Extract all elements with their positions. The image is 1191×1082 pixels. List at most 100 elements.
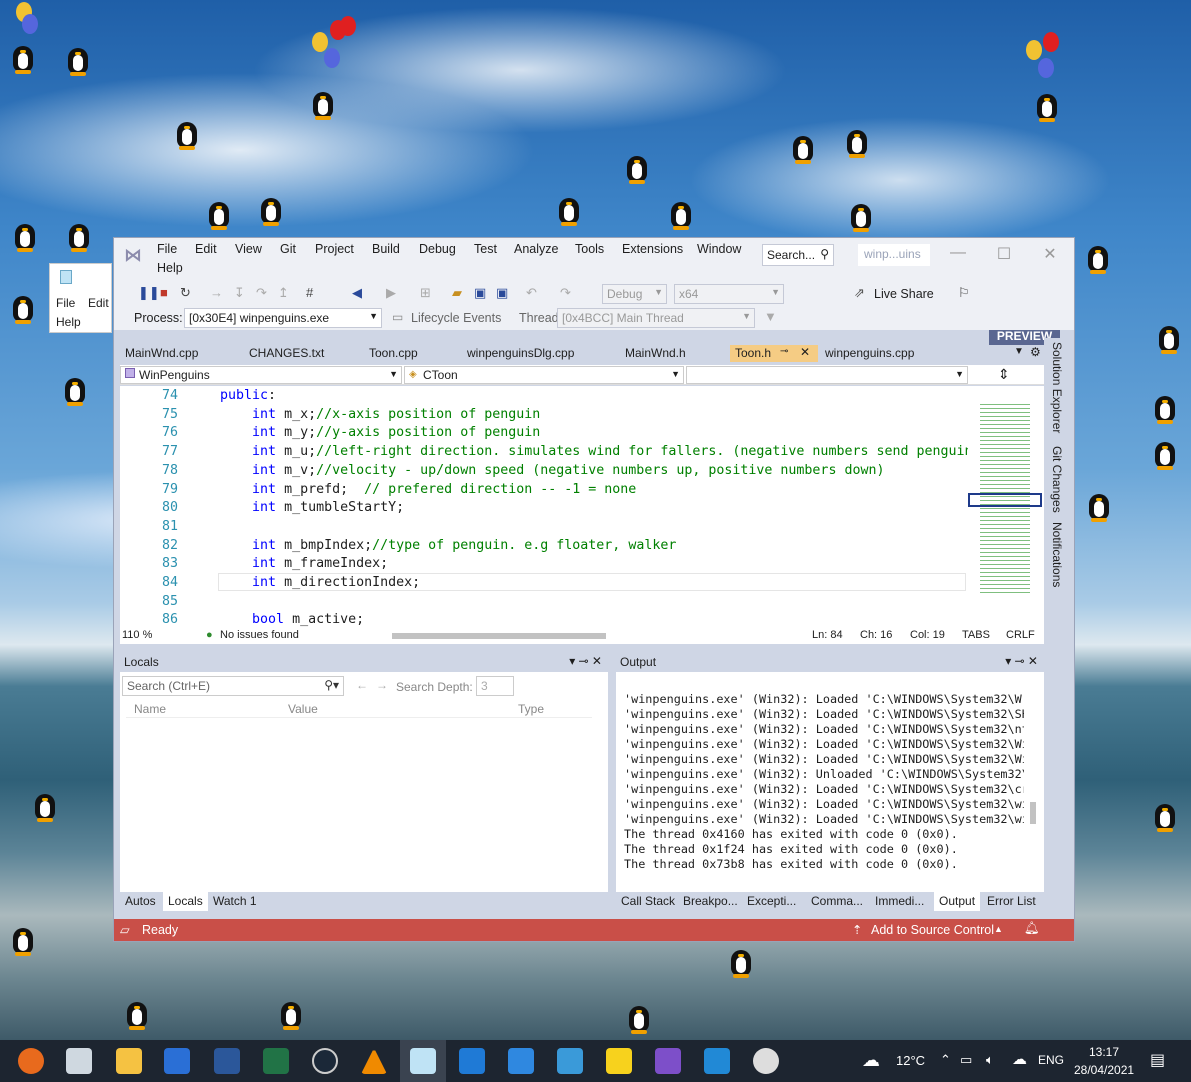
menu-build[interactable]: Build	[372, 242, 400, 256]
close-tab-icon[interactable]: ✕	[800, 345, 810, 359]
panel-window-controls-icon[interactable]: ▾ ⊸ ✕	[1005, 654, 1038, 668]
pause-icon[interactable]: ❚❚	[138, 285, 160, 301]
photos-icon[interactable]	[557, 1048, 583, 1074]
notepad-menu-help[interactable]: Help	[56, 315, 81, 329]
tab-winpenguins-cpp[interactable]: winpenguins.cpp	[820, 345, 954, 362]
network-icon[interactable]: ▭	[960, 1052, 972, 1068]
col-type[interactable]: Type	[518, 702, 544, 716]
menu-extensions[interactable]: Extensions	[622, 242, 683, 256]
class-dropdown[interactable]: ◈ CToon ▼	[404, 366, 684, 384]
language-indicator[interactable]: ENG	[1038, 1053, 1064, 1067]
vscode-icon[interactable]	[704, 1048, 730, 1074]
hex-display-icon[interactable]: #	[306, 285, 313, 300]
code-editor[interactable]: 74 public: 75 int m_x;//x-axis position of…	[120, 386, 968, 628]
zoom-level[interactable]: 110 %	[122, 629, 152, 641]
split-editor-icon[interactable]: ⇕	[998, 366, 1010, 383]
save-all-icon[interactable]: ▣	[496, 285, 508, 301]
project-dropdown[interactable]: WinPenguins ▼	[120, 366, 402, 384]
stop-icon[interactable]: ■	[160, 285, 168, 300]
add-to-source-control-button[interactable]: Add to Source Control	[871, 923, 994, 937]
tab-toon-cpp[interactable]: Toon.cpp	[364, 345, 460, 362]
tab-exceptions[interactable]: Excepti...	[742, 892, 801, 911]
vlc-icon[interactable]	[361, 1048, 387, 1074]
tab-overflow-icon[interactable]: ▼	[1014, 346, 1024, 357]
bell-icon[interactable]: 🔔︎	[1024, 921, 1040, 936]
navigate-forward-icon[interactable]: ▶	[386, 285, 396, 301]
search-depth-dropdown[interactable]: 3	[476, 676, 514, 696]
minimize-icon[interactable]: —	[938, 244, 978, 262]
menu-debug[interactable]: Debug	[419, 242, 456, 256]
visual-studio-icon[interactable]	[655, 1048, 681, 1074]
clock-date[interactable]: 28/04/2021	[1074, 1063, 1134, 1077]
menu-edit[interactable]: Edit	[195, 242, 217, 256]
issues-status[interactable]: No issues found	[220, 629, 299, 641]
menu-file[interactable]: File	[157, 242, 177, 256]
notepad-window[interactable]: File Edit Help	[49, 263, 112, 333]
notepad-menu-file[interactable]: File	[56, 296, 75, 310]
menu-analyze[interactable]: Analyze	[514, 242, 558, 256]
volume-icon[interactable]: 🔈︎	[986, 1052, 994, 1068]
tab-notifications[interactable]: Notifications	[1050, 522, 1064, 587]
locals-search-input[interactable]: Search (Ctrl+E) ⚲▾	[122, 676, 344, 696]
search-box[interactable]: Search... ⚲	[762, 244, 834, 266]
filter-icon[interactable]: ▼	[764, 309, 777, 324]
output-scrollbar[interactable]	[1030, 802, 1036, 824]
save-icon[interactable]: ▣	[474, 285, 486, 301]
tab-autos[interactable]: Autos	[120, 892, 161, 911]
config-dropdown[interactable]: Debug ▼	[602, 284, 667, 304]
tab-mainwnd-h[interactable]: MainWnd.h	[620, 345, 728, 362]
notepad-menu-edit[interactable]: Edit	[88, 296, 109, 310]
panel-window-controls-icon[interactable]: ▾ ⊸ ✕	[569, 654, 602, 668]
tabs-setting[interactable]: TABS	[962, 629, 990, 641]
minimap[interactable]	[968, 386, 1044, 628]
calendar-icon[interactable]	[508, 1048, 534, 1074]
file-explorer-photos-icon[interactable]	[66, 1048, 92, 1074]
undo-icon[interactable]: ↶	[526, 285, 537, 301]
col-value[interactable]: Value	[288, 702, 318, 716]
menu-view[interactable]: View	[235, 242, 262, 256]
lifecycle-events-button[interactable]: Lifecycle Events	[411, 311, 501, 325]
redo-icon[interactable]: ↷	[560, 285, 571, 301]
sticky-notes-icon[interactable]	[606, 1048, 632, 1074]
app-window-icon[interactable]	[164, 1048, 190, 1074]
tab-winpenguinsdlg-cpp[interactable]: winpenguinsDlg.cpp	[462, 345, 618, 362]
steam-icon[interactable]	[312, 1048, 338, 1074]
tab-mainwnd-cpp[interactable]: MainWnd.cpp	[120, 345, 240, 362]
menu-help[interactable]: Help	[157, 261, 183, 275]
navigate-back-icon[interactable]: ◀	[352, 285, 362, 301]
member-dropdown[interactable]: ▼	[686, 366, 968, 384]
tab-git-changes[interactable]: Git Changes	[1050, 446, 1064, 513]
menu-git[interactable]: Git	[280, 242, 296, 256]
chevron-up-icon[interactable]: ⌃	[940, 1052, 951, 1068]
onedrive-icon[interactable]: ☁	[1012, 1050, 1027, 1068]
notifications-icon[interactable]: ▤	[1150, 1050, 1165, 1070]
step-out-icon[interactable]: ↥	[278, 285, 289, 301]
excel-icon[interactable]	[263, 1048, 289, 1074]
firefox-icon[interactable]	[18, 1048, 44, 1074]
tab-command[interactable]: Comma...	[806, 892, 868, 911]
tab-immediate[interactable]: Immedi...	[870, 892, 929, 911]
close-icon[interactable]: ✕	[1030, 244, 1070, 264]
mail-icon[interactable]	[459, 1048, 485, 1074]
output-text[interactable]: 'winpenguins.exe' (Win32): Loaded 'C:\WI…	[616, 692, 1024, 882]
tab-solution-explorer[interactable]: Solution Explorer	[1050, 342, 1064, 433]
weather-temp[interactable]: 12°C	[896, 1053, 925, 1068]
search-forward-icon[interactable]: →	[376, 678, 388, 692]
step-over-icon[interactable]: ↷	[256, 285, 267, 301]
tab-call-stack[interactable]: Call Stack	[616, 892, 680, 911]
process-dropdown[interactable]: [0x30E4] winpenguins.exe ▼	[184, 308, 382, 328]
search-back-icon[interactable]: ←	[356, 678, 368, 692]
live-share-button[interactable]: Live Share	[874, 287, 934, 301]
tab-output[interactable]: Output	[934, 892, 981, 911]
menu-tools[interactable]: Tools	[575, 242, 604, 256]
platform-dropdown[interactable]: x64 ▼	[674, 284, 784, 304]
tab-toon-h[interactable]: Toon.h ⊸ ✕	[730, 345, 818, 362]
maximize-icon[interactable]: ☐	[984, 244, 1024, 264]
tab-error-list[interactable]: Error List	[982, 892, 1041, 911]
folder-icon[interactable]	[116, 1048, 142, 1074]
horizontal-scrollbar[interactable]	[392, 633, 606, 639]
tab-breakpoints[interactable]: Breakpo...	[678, 892, 743, 911]
restart-icon[interactable]: ↻	[180, 285, 191, 301]
settings-gear-icon[interactable]: ⚙	[1030, 345, 1041, 359]
pin-icon[interactable]: ⊸	[780, 346, 788, 357]
